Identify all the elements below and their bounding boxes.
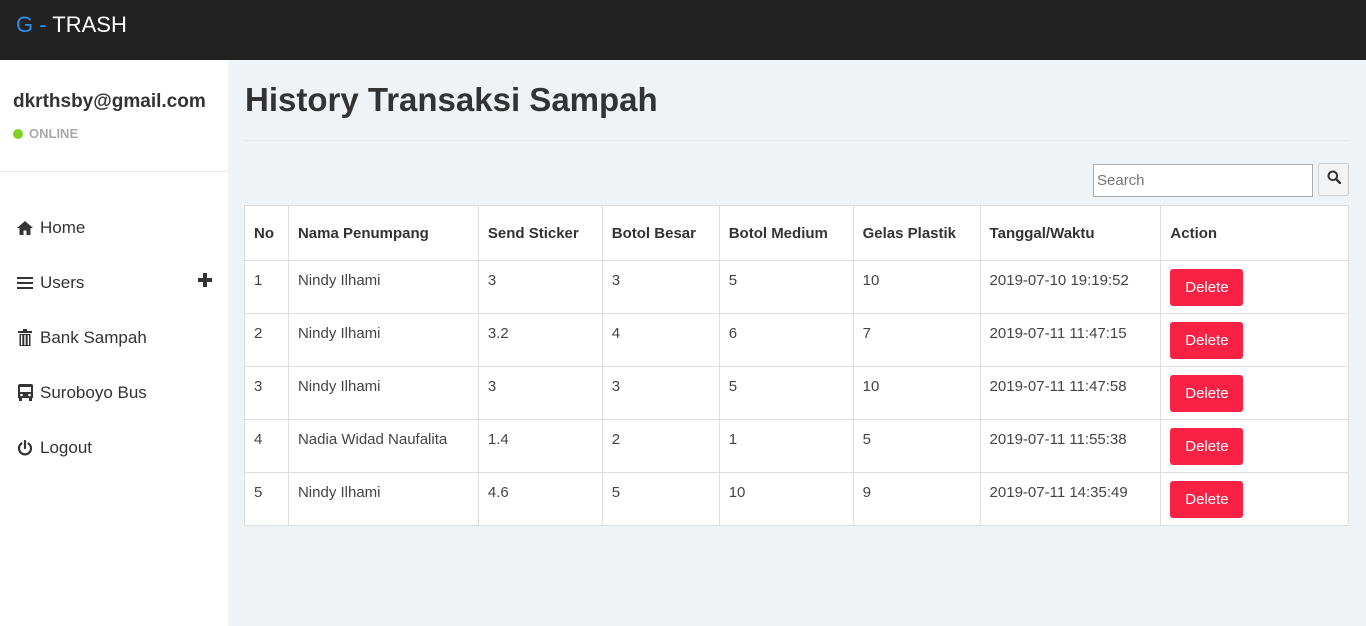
column-header-send-sticker[interactable]: Send Sticker <box>477 205 603 261</box>
cell-botol-medium: 5 <box>718 366 854 420</box>
table-row: 4 Nadia Widad Naufalita 1.4 2 1 5 2019-0… <box>244 419 1349 473</box>
table-row: 5 Nindy Ilhami 4.6 5 10 9 2019-07-11 14:… <box>244 472 1349 526</box>
sidebar-nav: Home Users Bank Sampah Suroboyo Bus Logo… <box>0 172 228 475</box>
sidebar-item-label: Logout <box>40 437 92 457</box>
top-navbar: G - TRASH <box>0 0 1366 60</box>
cell-botol-medium: 1 <box>718 419 854 473</box>
sidebar-item-label: Home <box>40 217 86 237</box>
cell-botol-besar: 3 <box>601 366 720 420</box>
brand-name: TRASH <box>52 12 127 37</box>
cell-botol-besar: 3 <box>601 260 720 314</box>
plus-icon[interactable] <box>198 272 212 287</box>
cell-send-sticker: 3.2 <box>477 313 603 367</box>
user-profile: dkrthsby@gmail.com ONLINE <box>0 60 228 172</box>
cell-gelas-plastik: 7 <box>852 313 981 367</box>
status-badge: ONLINE <box>13 126 228 141</box>
search-button[interactable] <box>1318 163 1349 196</box>
sidebar-item-label: Suroboyo Bus <box>40 382 147 402</box>
column-header-gelas-plastik[interactable]: Gelas Plastik <box>852 205 981 261</box>
cell-botol-medium: 6 <box>718 313 854 367</box>
user-email: dkrthsby@gmail.com <box>13 91 206 112</box>
cell-tanggal-waktu: 2019-07-11 11:55:38 <box>979 419 1162 473</box>
cell-action: Delete <box>1160 260 1349 314</box>
delete-button[interactable]: Delete <box>1170 375 1244 412</box>
table-row: 3 Nindy Ilhami 3 3 5 10 2019-07-11 11:47… <box>244 366 1349 420</box>
cell-send-sticker: 3 <box>477 260 603 314</box>
cell-botol-medium: 5 <box>718 260 854 314</box>
cell-send-sticker: 3 <box>477 366 603 420</box>
bus-icon <box>16 384 34 402</box>
sidebar-item-logout[interactable]: Logout <box>0 420 228 475</box>
cell-nama: Nindy Ilhami <box>287 260 479 314</box>
cell-botol-besar: 4 <box>601 313 720 367</box>
cell-tanggal-waktu: 2019-07-11 11:47:58 <box>979 366 1162 420</box>
cell-no: 3 <box>244 366 289 420</box>
cell-no: 4 <box>244 419 289 473</box>
cell-tanggal-waktu: 2019-07-11 11:47:15 <box>979 313 1162 367</box>
cell-tanggal-waktu: 2019-07-11 14:35:49 <box>979 472 1162 526</box>
cell-gelas-plastik: 10 <box>852 260 981 314</box>
transaction-table: No Nama Penumpang Send Sticker Botol Bes… <box>244 205 1349 526</box>
cell-no: 2 <box>244 313 289 367</box>
cell-botol-besar: 5 <box>601 472 720 526</box>
column-header-no[interactable]: No <box>244 205 289 261</box>
cell-gelas-plastik: 10 <box>852 366 981 420</box>
sidebar-item-label: Bank Sampah <box>40 327 147 347</box>
cell-tanggal-waktu: 2019-07-10 19:19:52 <box>979 260 1162 314</box>
sidebar-item-users[interactable]: Users <box>0 255 228 310</box>
cell-nama: Nadia Widad Naufalita <box>287 419 479 473</box>
delete-button[interactable]: Delete <box>1170 428 1244 465</box>
delete-button[interactable]: Delete <box>1170 481 1244 518</box>
table-row: 1 Nindy Ilhami 3 3 5 10 2019-07-10 19:19… <box>244 260 1349 314</box>
sidebar-item-suroboyo-bus[interactable]: Suroboyo Bus <box>0 365 228 420</box>
brand-logo[interactable]: G - TRASH <box>16 12 127 38</box>
online-dot-icon <box>13 128 23 139</box>
cell-action: Delete <box>1160 472 1349 526</box>
power-icon <box>16 439 34 457</box>
status-label: ONLINE <box>29 126 79 141</box>
column-header-botol-medium[interactable]: Botol Medium <box>718 205 854 261</box>
cell-nama: Nindy Ilhami <box>287 472 479 526</box>
trash-icon <box>16 329 34 347</box>
cell-send-sticker: 1.4 <box>477 419 603 473</box>
cell-action: Delete <box>1160 366 1349 420</box>
sidebar-item-bank-sampah[interactable]: Bank Sampah <box>0 310 228 365</box>
cell-no: 1 <box>244 260 289 314</box>
cell-nama: Nindy Ilhami <box>287 313 479 367</box>
search-icon <box>1327 170 1341 189</box>
cell-no: 5 <box>244 472 289 526</box>
cell-gelas-plastik: 9 <box>852 472 981 526</box>
column-header-tanggal-waktu[interactable]: Tanggal/Waktu <box>979 205 1162 261</box>
column-header-nama-penumpang[interactable]: Nama Penumpang <box>287 205 479 261</box>
delete-button[interactable]: Delete <box>1170 269 1244 306</box>
page-title: History Transaksi Sampah <box>245 81 658 118</box>
cell-nama: Nindy Ilhami <box>287 366 479 420</box>
bars-icon <box>16 274 34 292</box>
sidebar-item-label: Users <box>40 272 85 292</box>
main-content: History Transaksi Sampah No Nama Penumpa… <box>228 60 1366 626</box>
title-divider <box>245 140 1349 141</box>
column-header-action: Action <box>1160 205 1349 261</box>
brand-prefix: G - <box>16 12 47 37</box>
table-header-row: No Nama Penumpang Send Sticker Botol Bes… <box>244 205 1349 261</box>
column-header-botol-besar[interactable]: Botol Besar <box>601 205 720 261</box>
cell-action: Delete <box>1160 313 1349 367</box>
cell-botol-besar: 2 <box>601 419 720 473</box>
search-input[interactable] <box>1093 164 1313 197</box>
home-icon <box>16 219 34 237</box>
sidebar: dkrthsby@gmail.com ONLINE Home Users Ban… <box>0 60 228 626</box>
cell-send-sticker: 4.6 <box>477 472 603 526</box>
cell-botol-medium: 10 <box>718 472 854 526</box>
cell-action: Delete <box>1160 419 1349 473</box>
delete-button[interactable]: Delete <box>1170 322 1244 359</box>
sidebar-item-home[interactable]: Home <box>0 200 228 255</box>
cell-gelas-plastik: 5 <box>852 419 981 473</box>
table-row: 2 Nindy Ilhami 3.2 4 6 7 2019-07-11 11:4… <box>244 313 1349 367</box>
